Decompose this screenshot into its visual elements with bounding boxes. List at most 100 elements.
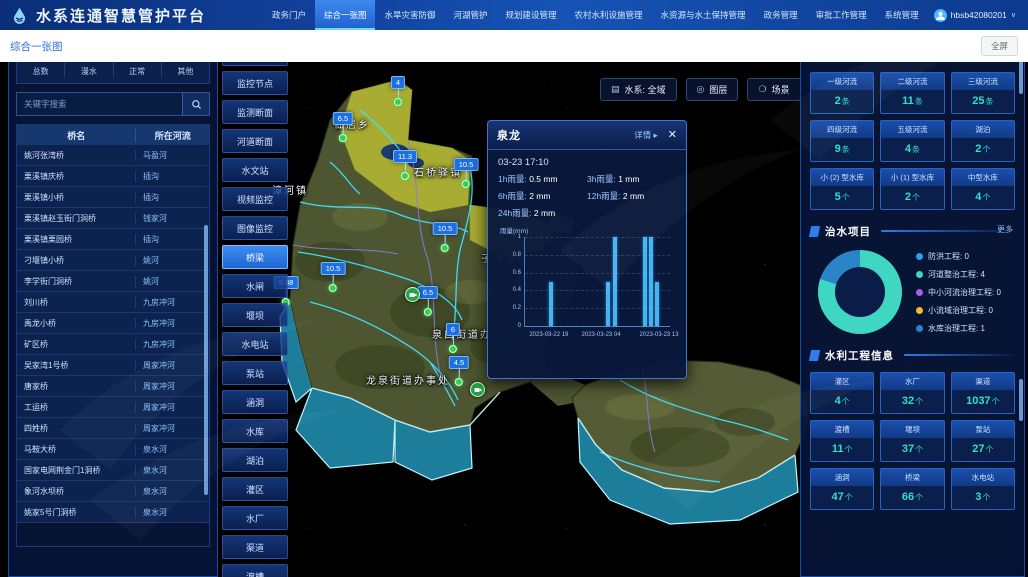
table-row[interactable]: 国家电网荆金门1洞桥泉水河 — [17, 460, 209, 481]
facility-menu-item-水库[interactable]: 水库 — [222, 419, 288, 443]
facility-menu-item-监测断面[interactable]: 监测断面 — [222, 100, 288, 124]
more-link[interactable]: 更多 — [997, 224, 1013, 235]
facility-menu-item-河道断面[interactable]: 河道断面 — [222, 129, 288, 153]
stat-cell-小 (1) 型水库[interactable]: 小 (1) 型水库2个 — [880, 168, 944, 210]
search-button[interactable] — [182, 93, 209, 115]
stat-cell-四级河流[interactable]: 四级河流9条 — [810, 120, 874, 162]
water-level-marker[interactable]: 10.5 — [321, 262, 346, 292]
table-row[interactable]: 吴家湾1号桥周家冲河 — [17, 355, 209, 376]
popup-detail-link[interactable]: 详情 ▸ — [634, 129, 658, 141]
stat-cell-label: 五级河流 — [881, 121, 943, 138]
table-row[interactable]: 马鞍大桥泉水河 — [17, 439, 209, 460]
table-row[interactable]: 象河水坝桥泉水河 — [17, 481, 209, 502]
table-row[interactable]: 四姓桥周家冲河 — [17, 418, 209, 439]
nav-tab-政务管理[interactable]: 政务管理 — [755, 0, 807, 30]
nav-tab-河湖管护[interactable]: 河湖管护 — [445, 0, 497, 30]
map-control-水系: 全域[interactable]: ▤水系: 全域 — [600, 78, 677, 101]
camera-icon[interactable] — [405, 287, 420, 302]
fullscreen-button[interactable]: 全屏 — [981, 36, 1018, 56]
stat-cell-五级河流[interactable]: 五级河流4条 — [880, 120, 944, 162]
rain-bar — [613, 237, 617, 326]
nav-tab-系统管理[interactable]: 系统管理 — [876, 0, 928, 30]
camera-icon[interactable] — [470, 382, 485, 397]
water-level-marker[interactable]: 10.5 — [454, 158, 479, 188]
marker-value: 11.3 — [393, 150, 417, 163]
facility-menu-item-水闸[interactable]: 水闸 — [222, 274, 288, 298]
stat-cell-灌区[interactable]: 灌区4个 — [810, 372, 874, 414]
stat-label: 漫水 — [65, 66, 112, 77]
table-row[interactable]: 李学街门洞桥姚河 — [17, 271, 209, 292]
cell-river-name: 周家冲河 — [136, 381, 209, 392]
table-row[interactable]: 矿区桥九房冲河 — [17, 334, 209, 355]
stat-cell-小 (2) 型水库[interactable]: 小 (2) 型水库5个 — [810, 168, 874, 210]
close-icon[interactable]: ✕ — [668, 130, 677, 141]
facility-menu-item-水文站[interactable]: 水文站 — [222, 158, 288, 182]
stat-cell-湖泊[interactable]: 湖泊2个 — [951, 120, 1015, 162]
table-row[interactable]: 唐家桥周家冲河 — [17, 376, 209, 397]
nav-tab-农村水利设施管理[interactable]: 农村水利设施管理 — [566, 0, 652, 30]
legend-dot — [916, 271, 923, 278]
table-row[interactable]: 工运桥周家冲河 — [17, 397, 209, 418]
facility-menu-item-监控节点[interactable]: 监控节点 — [222, 71, 288, 95]
facility-menu-item-湖泊[interactable]: 湖泊 — [222, 448, 288, 472]
rain-metric: 3h雨量: 1 mm — [587, 173, 676, 185]
stat-cell-三级河流[interactable]: 三级河流25条 — [951, 72, 1015, 114]
cell-bridge-name: 栗溪镇赵玉街门洞桥 — [17, 213, 136, 224]
legend-item: 中小河流治理工程: 0 — [916, 287, 1001, 298]
table-scrollbar[interactable] — [204, 225, 208, 495]
facility-menu-item-灌区[interactable]: 灌区 — [222, 477, 288, 501]
stat-cell-水厂[interactable]: 水厂32个 — [880, 372, 944, 414]
nav-tab-规划建设管理[interactable]: 规划建设管理 — [497, 0, 566, 30]
breadcrumb[interactable]: 综合一张图 — [10, 39, 63, 54]
stat-cell-堰坝[interactable]: 堰坝37个 — [880, 420, 944, 462]
facility-menu-item-渠道[interactable]: 渠道 — [222, 535, 288, 559]
table-row[interactable]: 姚家5号门洞桥泉水河 — [17, 502, 209, 523]
table-row[interactable]: 栗溪镇赵玉街门洞桥钱家河 — [17, 208, 209, 229]
stat-cell-桥梁[interactable]: 桥梁66个 — [880, 468, 944, 510]
stat-cell-泵站[interactable]: 泵站27个 — [951, 420, 1015, 462]
stat-cell-渠道[interactable]: 渠道1037个 — [951, 372, 1015, 414]
water-level-marker[interactable]: 11.3 — [393, 150, 417, 180]
water-level-marker[interactable]: 6 — [446, 323, 460, 353]
nav-tab-审批工作管理[interactable]: 审批工作管理 — [807, 0, 876, 30]
marker-value: 10.5 — [454, 158, 479, 171]
facility-menu-item-视频监控[interactable]: 视频监控 — [222, 187, 288, 211]
nav-tab-政务门户[interactable]: 政务门户 — [263, 0, 315, 30]
stat-cell-一级河流[interactable]: 一级河流2条 — [810, 72, 874, 114]
marker-value: 10.5 — [433, 222, 458, 235]
table-row[interactable]: 姚河张湾桥马盈河 — [17, 145, 209, 166]
section-scrollbar[interactable] — [1019, 379, 1023, 421]
table-row[interactable]: 栗溪镇栗园桥插沟 — [17, 229, 209, 250]
facility-menu-item-渡槽[interactable]: 渡槽 — [222, 564, 288, 577]
stat-cell-水电站[interactable]: 水电站3个 — [951, 468, 1015, 510]
map-control-场景[interactable]: ❍场景 — [747, 78, 800, 101]
search-input[interactable] — [17, 93, 182, 115]
stat-cell-中型水库[interactable]: 中型水库4个 — [951, 168, 1015, 210]
facility-menu-item-图像监控[interactable]: 图像监控 — [222, 216, 288, 240]
facility-menu-item-水电站[interactable]: 水电站 — [222, 332, 288, 356]
table-row[interactable]: 刘川桥九房冲河 — [17, 292, 209, 313]
nav-tab-综合一张图[interactable]: 综合一张图 — [315, 0, 376, 30]
facility-menu-item-涵洞[interactable]: 涵洞 — [222, 390, 288, 414]
facility-menu-item-水厂[interactable]: 水厂 — [222, 506, 288, 530]
water-level-marker[interactable]: 4 — [391, 76, 405, 106]
table-row[interactable]: 禹龙小桥九房冲河 — [17, 313, 209, 334]
user-menu[interactable]: hbsb42080201 ∨ — [934, 9, 1016, 22]
table-row[interactable]: 栗溪镇小桥插沟 — [17, 187, 209, 208]
table-row[interactable]: 刁堰镇小桥姚河 — [17, 250, 209, 271]
nav-tab-水资源与水土保持管理[interactable]: 水资源与水土保持管理 — [652, 0, 755, 30]
project-legend: 防洪工程: 0河道整治工程: 4中小河流治理工程: 0小流域治理工程: 0水库治… — [916, 251, 1001, 334]
stat-cell-涵洞[interactable]: 涵洞47个 — [810, 468, 874, 510]
water-level-marker[interactable]: 4.5 — [449, 356, 469, 386]
nav-tab-水旱灾害防御[interactable]: 水旱灾害防御 — [375, 0, 444, 30]
water-level-marker[interactable]: 6.5 — [418, 286, 438, 316]
water-level-marker[interactable]: 10.5 — [433, 222, 458, 252]
facility-menu-item-堰坝[interactable]: 堰坝 — [222, 303, 288, 327]
water-level-marker[interactable]: 6.5 — [333, 112, 353, 142]
stat-cell-渡槽[interactable]: 渡槽11个 — [810, 420, 874, 462]
facility-menu-item-泵站[interactable]: 泵站 — [222, 361, 288, 385]
table-row[interactable]: 栗溪镇庆桥插沟 — [17, 166, 209, 187]
map-control-图层[interactable]: ◎图层 — [686, 78, 739, 101]
facility-menu-item-桥梁[interactable]: 桥梁 — [222, 245, 288, 269]
stat-cell-二级河流[interactable]: 二级河流11条 — [880, 72, 944, 114]
